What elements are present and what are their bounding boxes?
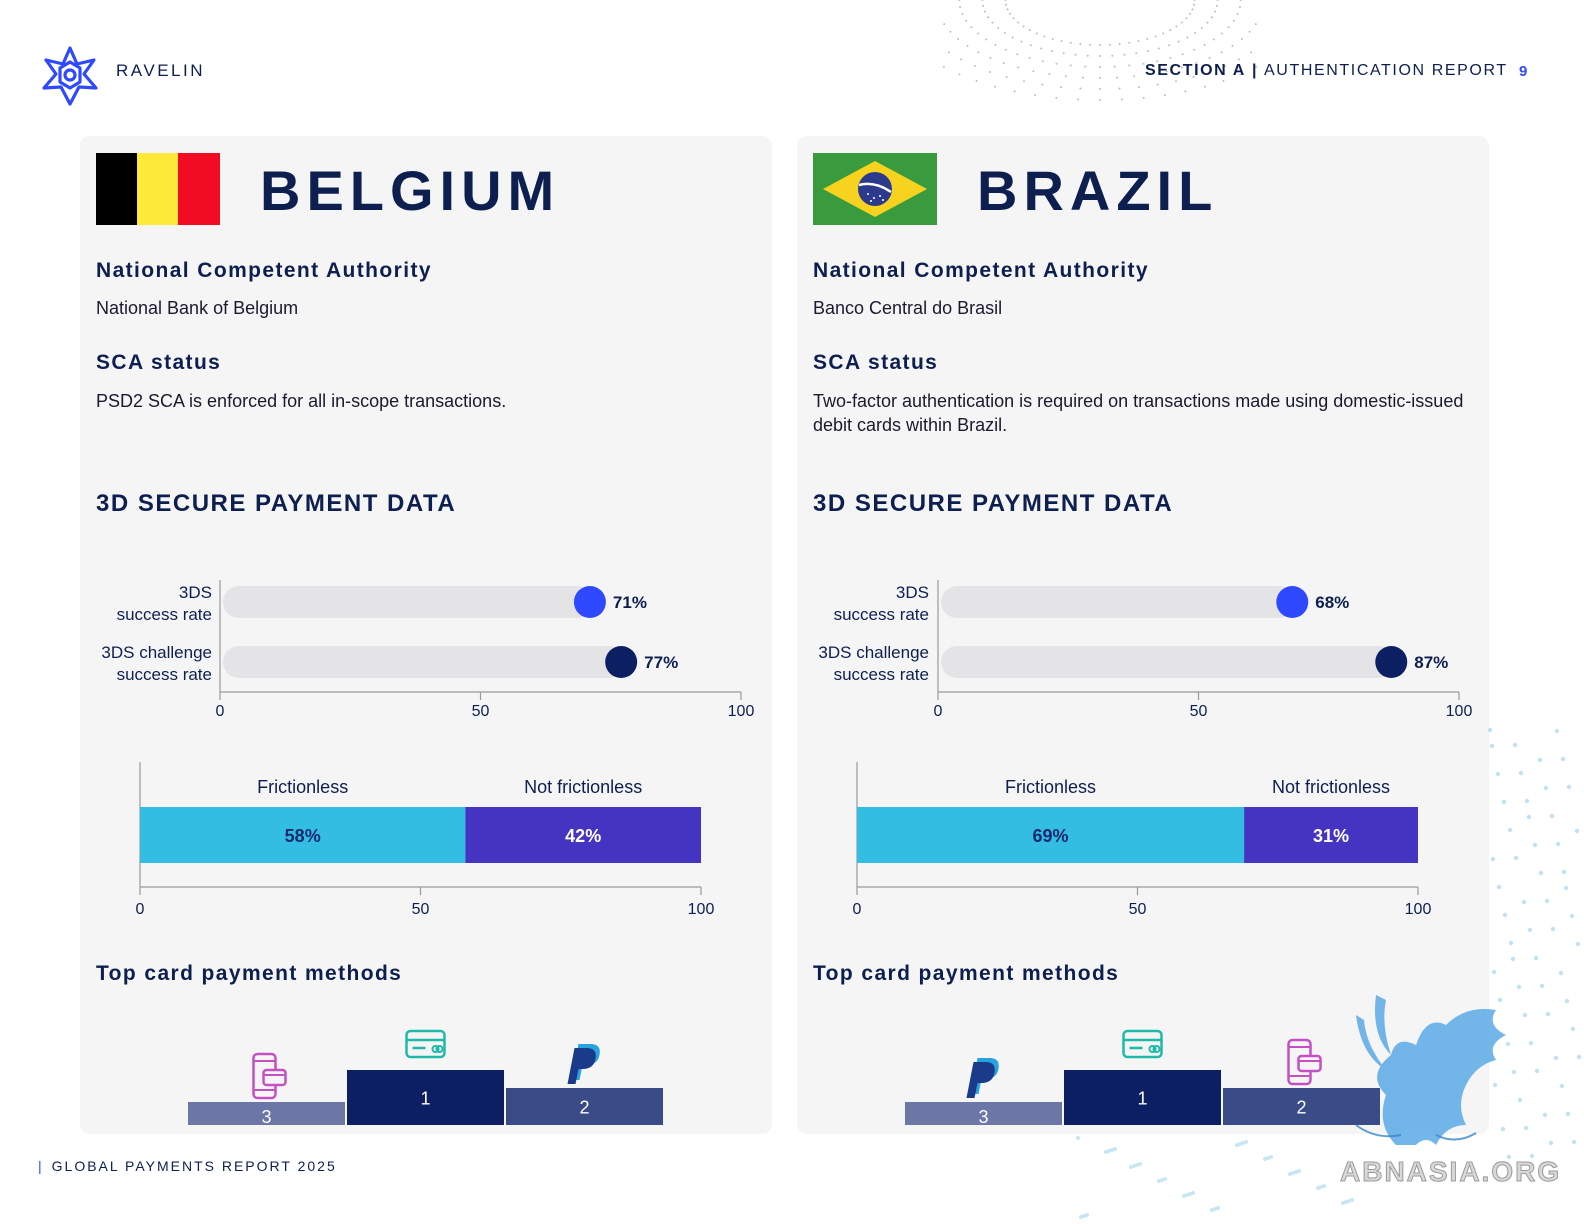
3ds-success-rate-chart: 3DS success rate 71% 3DS challenge success r… (101, 580, 755, 720)
decorative-dot-pattern (1076, 1136, 1354, 1219)
frictionless-share-chart: 69% Frictionless 31% Not frictionless 0 50 100 (853, 762, 1432, 918)
section-name: SECTION A (1145, 62, 1246, 79)
x-tick-label: 50 (1190, 703, 1208, 720)
report-name: AUTHENTICATION REPORT (1264, 62, 1508, 79)
series-label: Not frictionless (1272, 777, 1390, 797)
x-tick-label: 100 (1405, 901, 1432, 918)
watermark-text: ABNASIA.ORG (1339, 1156, 1562, 1188)
sca-heading: SCA status (96, 351, 222, 374)
category-label: 3DS challenge (101, 643, 212, 662)
value-marker (1375, 646, 1408, 678)
nca-heading: National Competent Authority (96, 259, 432, 282)
x-tick-label: 50 (472, 703, 490, 720)
page-number: 9 (1519, 63, 1528, 80)
country-panel-belgium: BELGIUM National Competent Authority Nat… (80, 136, 772, 1134)
paypal-icon (966, 1058, 999, 1098)
mobile-wallet-icon (1287, 1038, 1322, 1086)
credit-card-icon (405, 1029, 446, 1059)
segment-value-label: 31% (1313, 826, 1349, 846)
data-label: 71% (613, 593, 647, 612)
podium-rank: 2 (1296, 1098, 1306, 1118)
bar-track (941, 586, 1296, 618)
sca-value: Two-factor authentication is required on… (813, 391, 1464, 435)
x-tick-label: 100 (688, 901, 715, 918)
section-label: SECTION A | AUTHENTICATION REPORT (1145, 62, 1508, 80)
belgium-flag (96, 153, 220, 225)
paypal-icon (567, 1044, 600, 1084)
podium-rank: 3 (978, 1107, 988, 1127)
category-label: 3DS (896, 583, 929, 602)
footer-label: | GLOBAL PAYMENTS REPORT 2025 (38, 1158, 337, 1174)
series-label: Frictionless (257, 777, 348, 797)
x-tick-label: 0 (934, 703, 943, 720)
value-marker (605, 646, 638, 678)
data-label: 87% (1414, 653, 1448, 672)
x-tick-label: 50 (1129, 901, 1147, 918)
segment-value-label: 42% (565, 826, 601, 846)
3ds-section-heading: 3D SECURE PAYMENT DATA (96, 490, 457, 517)
country-name: BELGIUM (260, 159, 561, 222)
nca-heading: National Competent Authority (813, 259, 1149, 282)
category-label: success rate (834, 605, 929, 624)
top-methods-heading: Top card payment methods (813, 962, 1120, 985)
griffin-watermark-icon (1355, 995, 1506, 1145)
payment-methods-podium: 3 1 2 (905, 1029, 1380, 1127)
decorative-dot-arcs (942, 0, 1258, 101)
credit-card-icon (1122, 1029, 1163, 1059)
podium-rank: 1 (420, 1089, 430, 1109)
brand-name: RAVELIN (116, 61, 205, 80)
x-tick-label: 0 (853, 901, 862, 918)
category-label: success rate (117, 605, 212, 624)
top-methods-heading: Top card payment methods (96, 962, 403, 985)
footer-bar: | (38, 1158, 44, 1174)
bar-track (223, 586, 593, 618)
x-tick-label: 0 (216, 703, 225, 720)
category-label: 3DS (179, 583, 212, 602)
x-tick-label: 100 (1446, 703, 1473, 720)
ravelin-logo-icon (42, 46, 98, 106)
payment-methods-podium: 3 1 2 (188, 1029, 663, 1127)
category-label: 3DS challenge (818, 643, 929, 662)
section-separator: | (1251, 62, 1259, 79)
data-label: 68% (1315, 593, 1349, 612)
data-label: 77% (644, 653, 678, 672)
mobile-wallet-icon (252, 1052, 287, 1100)
segment-value-label: 58% (285, 826, 321, 846)
3ds-success-rate-chart: 3DS success rate 68% 3DS challenge success r… (818, 580, 1473, 720)
nca-value: National Bank of Belgium (96, 298, 299, 318)
category-label: success rate (117, 665, 212, 684)
podium-rank: 2 (579, 1098, 589, 1118)
sca-value: PSD2 SCA is enforced for all in-scope tr… (96, 391, 507, 411)
country-name: BRAZIL (977, 159, 1219, 222)
series-label: Frictionless (1005, 777, 1096, 797)
3ds-section-heading: 3D SECURE PAYMENT DATA (813, 490, 1174, 517)
category-label: success rate (834, 665, 929, 684)
footer-text: GLOBAL PAYMENTS REPORT 2025 (51, 1158, 337, 1174)
podium-rank: 3 (261, 1107, 271, 1127)
x-tick-label: 0 (136, 901, 145, 918)
series-label: Not frictionless (524, 777, 642, 797)
brazil-flag (813, 153, 937, 225)
value-marker (1276, 586, 1309, 618)
sca-heading: SCA status (813, 351, 939, 374)
value-marker (573, 586, 606, 618)
bar-track (223, 646, 625, 678)
x-tick-label: 100 (728, 703, 755, 720)
segment-value-label: 69% (1033, 826, 1069, 846)
nca-value: Banco Central do Brasil (813, 298, 1003, 318)
frictionless-share-chart: 58% Frictionless 42% Not frictionless 0 50 100 (136, 762, 715, 918)
podium-rank: 1 (1137, 1089, 1147, 1109)
x-tick-label: 50 (412, 901, 430, 918)
bar-track (941, 646, 1395, 678)
